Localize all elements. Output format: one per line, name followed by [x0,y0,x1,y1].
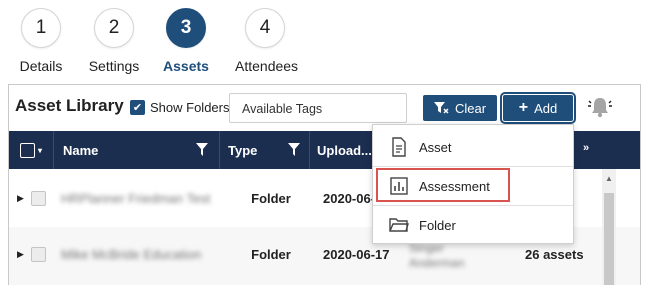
notification-bell-icon[interactable] [586,93,614,121]
add-button-label: Add [534,100,558,116]
column-name-label: Name [63,142,99,158]
menu-item-label: Folder [419,217,456,233]
show-folders-toggle[interactable]: ✔ Show Folders [130,100,229,115]
step-number: 2 [94,8,134,48]
show-folders-label: Show Folders [150,100,230,115]
document-icon [392,137,406,157]
step-details[interactable]: 1 Details [11,8,71,74]
add-button[interactable]: + Add [500,92,576,124]
row-checkbox[interactable] [31,247,46,262]
expand-row-icon[interactable]: ▶ [17,249,24,260]
step-attendees[interactable]: 4 Attendees [235,8,299,74]
folder-icon [389,218,409,232]
asset-library-title: Asset Library [15,96,124,115]
wizard-stepper: 1 Details 2 Settings 3 Assets 4 Attendee… [0,0,647,84]
row-type: Folder [251,247,291,262]
clear-button[interactable]: Clear [423,95,497,121]
highlight-box [376,168,510,202]
column-type[interactable]: Type [219,131,310,169]
select-all-cell: ▾ [9,131,54,169]
step-label: Details [19,58,63,74]
table-scrollbar[interactable]: ▲ [602,169,616,285]
filter-icon[interactable] [288,143,300,156]
column-name[interactable]: Name [53,131,220,169]
row-date: 2020-06- [323,191,376,206]
column-type-label: Type [228,142,258,158]
select-all-menu-icon[interactable]: ▾ [38,146,42,155]
row-date: 2020-06-17 [323,247,390,262]
step-number: 1 [21,8,61,48]
step-settings[interactable]: 2 Settings [84,8,144,74]
row-name[interactable]: HRPlanner Friedman Test [61,191,210,206]
menu-item-label: Asset [419,139,452,155]
step-number: 4 [245,8,285,48]
menu-item-folder[interactable]: Folder [373,206,573,244]
step-number: 3 [166,8,206,48]
step-assets[interactable]: 3 Assets [156,8,216,74]
show-folders-checkbox[interactable]: ✔ [130,100,145,115]
menu-item-asset[interactable]: Asset [373,128,573,166]
row-type: Folder [251,191,291,206]
scroll-up-arrow-icon[interactable]: ▲ [605,174,613,183]
row-asset-count: 26 assets [525,247,584,262]
column-upload-label: Upload... [317,142,372,158]
row-uploader: Singer Anderman [409,241,465,270]
plus-icon: + [518,99,529,116]
expand-columns-icon[interactable]: » [583,142,589,154]
select-all-checkbox[interactable] [19,142,35,158]
add-dropdown-menu: Asset Assessment Folder [372,124,574,244]
step-label: Assets [163,58,209,74]
clear-filter-icon [433,101,449,114]
scrollbar-thumb[interactable] [604,193,614,285]
available-tags-input[interactable]: Available Tags [229,93,407,123]
step-label: Attendees [235,58,299,74]
filter-icon[interactable] [196,143,208,156]
step-label: Settings [88,58,140,74]
row-name[interactable]: Mike McBride Education [61,247,201,262]
clear-button-label: Clear [454,100,487,116]
row-checkbox[interactable] [31,191,46,206]
expand-row-icon[interactable]: ▶ [17,193,24,204]
